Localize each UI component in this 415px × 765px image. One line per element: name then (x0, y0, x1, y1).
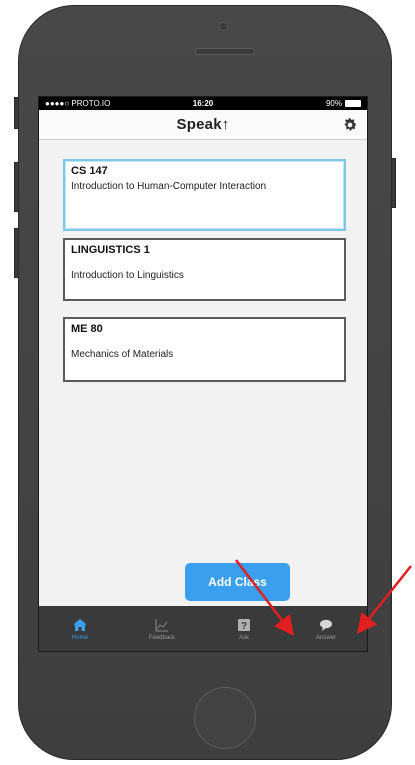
class-name: Introduction to Human-Computer Interacti… (71, 181, 267, 192)
class-code: CS 147 (71, 165, 108, 177)
gear-icon[interactable] (342, 117, 358, 133)
speech-bubble-icon (320, 619, 332, 631)
home-icon (74, 619, 86, 631)
tab-answer[interactable]: Answer (285, 606, 367, 651)
battery-icon (344, 100, 361, 107)
class-card-me80[interactable]: ME 80 Mechanics of Materials (63, 317, 346, 382)
chart-icon (155, 619, 168, 632)
tab-label: Ask (238, 635, 249, 641)
mute-switch (14, 97, 19, 129)
status-bar: ●●●●○ PROTO.IO 16:20 90% (39, 97, 367, 110)
clock: 16:20 (192, 99, 214, 108)
tab-ask[interactable]: ? Ask (203, 606, 285, 651)
class-card-linguistics1[interactable]: LINGUISTICS 1 Introduction to Linguistic… (63, 238, 346, 301)
class-name: Introduction to Linguistics (71, 270, 184, 281)
question-icon: ? (238, 619, 250, 632)
volume-up-button (14, 162, 19, 212)
tab-label: Home (71, 635, 88, 641)
app-title: Speak↑ (176, 116, 230, 133)
class-code: ME 80 (71, 323, 103, 335)
volume-down-button (14, 228, 19, 278)
navigation-bar: Speak↑ (39, 110, 367, 140)
class-name: Mechanics of Materials (71, 349, 174, 360)
front-camera (219, 22, 228, 31)
carrier-label: ●●●●○ PROTO.IO (45, 99, 111, 108)
tab-home[interactable]: Home (39, 606, 121, 651)
battery-percent: 90% (325, 99, 342, 108)
app-screen: ●●●●○ PROTO.IO 16:20 90% Speak↑ CS 147 I… (38, 96, 368, 652)
class-card-cs147[interactable]: CS 147 Introduction to Human-Computer In… (63, 159, 346, 231)
tab-bar: Home Feedback ? Ask Answer (39, 606, 367, 651)
tab-label: Feedback (148, 635, 176, 641)
svg-text:?: ? (241, 621, 247, 632)
tab-label: Answer (315, 635, 336, 641)
earpiece-speaker (195, 48, 255, 55)
tab-feedback[interactable]: Feedback (121, 606, 203, 651)
power-button (391, 158, 396, 208)
add-class-button[interactable]: Add Class (185, 563, 290, 601)
class-code: LINGUISTICS 1 (71, 244, 150, 256)
home-hardware-button[interactable] (194, 687, 256, 749)
